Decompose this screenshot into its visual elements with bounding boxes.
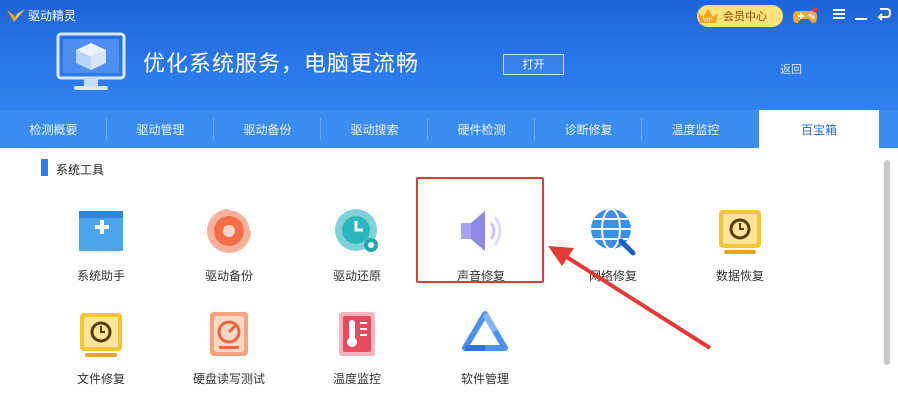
- vip-center-label: 会员中心: [723, 10, 767, 23]
- app-window: 驱动精灵 优化系统服务，电脑更流畅 打开 返回 VIP 会员中心 检测概要 驱动…: [0, 0, 898, 411]
- tab-detection-summary[interactable]: 检测概要: [0, 110, 107, 148]
- tool-label: 硬盘读写测试: [192, 372, 265, 386]
- tab-driver-search[interactable]: 驱动搜索: [321, 110, 428, 148]
- minimize-icon[interactable]: [853, 6, 869, 22]
- tab-label: 诊断修复: [564, 122, 613, 137]
- file-restore-icon: [80, 313, 122, 357]
- return-icon[interactable]: [876, 6, 892, 22]
- header-banner: 驱动精灵 优化系统服务，电脑更流畅 打开 返回 VIP 会员中心: [0, 0, 898, 110]
- tab-label: 驱动搜索: [350, 122, 399, 137]
- vip-center-button[interactable]: VIP 会员中心: [697, 5, 783, 27]
- gamepad-icon[interactable]: [792, 7, 818, 25]
- section-marker: [41, 159, 48, 176]
- app-title: 驱动精灵: [28, 9, 77, 23]
- tab-label: 硬件检测: [457, 122, 506, 137]
- tool-file-repair[interactable]: 文件修复: [49, 298, 153, 398]
- tool-label: 驱动备份: [204, 269, 253, 283]
- tool-label: 文件修复: [76, 372, 125, 386]
- tab-label: 温度监控: [671, 122, 720, 137]
- disk-gauge-icon: [210, 312, 248, 356]
- tab-label: 检测概要: [29, 122, 78, 137]
- tab-driver-backup[interactable]: 驱动备份: [214, 110, 321, 148]
- computer-box-icon: [56, 32, 126, 90]
- tool-label: 温度监控: [332, 372, 381, 386]
- red-arrow-annotation: [548, 246, 712, 350]
- data-restore-icon: [719, 210, 761, 254]
- thermometer-icon: [339, 312, 375, 356]
- back-link[interactable]: 返回: [780, 61, 802, 77]
- highlight-box: [416, 177, 544, 283]
- tool-software-management[interactable]: 软件管理: [433, 298, 537, 398]
- scrollbar[interactable]: [884, 160, 890, 365]
- banner-headline: 优化系统服务，电脑更流畅: [143, 52, 420, 77]
- windows-window-icon: [79, 211, 123, 251]
- tool-temperature-monitor[interactable]: 温度监控: [305, 298, 409, 398]
- tab-label: 驱动备份: [243, 122, 292, 137]
- vip-text: VIP: [703, 18, 713, 24]
- tab-toolbox[interactable]: 百宝箱: [759, 110, 879, 148]
- triangle-logo-icon: [462, 311, 508, 351]
- vip-crown-icon: VIP: [698, 9, 718, 24]
- tab-label: 百宝箱: [800, 122, 837, 137]
- menu-icon[interactable]: [831, 6, 847, 22]
- clock-restore-icon: [335, 209, 378, 252]
- tab-label: 驱动管理: [136, 122, 185, 137]
- gear-backup-icon: [207, 207, 253, 253]
- app-logo-icon: [7, 9, 25, 22]
- tool-label: 驱动还原: [332, 269, 381, 283]
- tab-temperature-monitor[interactable]: 温度监控: [642, 110, 749, 148]
- tool-driver-backup[interactable]: 驱动备份: [177, 195, 281, 295]
- tab-diagnosis-repair[interactable]: 诊断修复: [535, 110, 642, 148]
- tab-hardware-detection[interactable]: 硬件检测: [428, 110, 535, 148]
- section-title: 系统工具: [56, 163, 105, 177]
- open-button[interactable]: 打开: [503, 54, 564, 75]
- tool-driver-restore[interactable]: 驱动还原: [305, 195, 409, 295]
- main-tab-bar: 检测概要 驱动管理 驱动备份 驱动搜索 硬件检测 诊断修复 温度监控 百宝箱: [0, 110, 898, 148]
- tool-disk-rw-test[interactable]: 硬盘读写测试: [177, 298, 281, 398]
- tool-label: 软件管理: [460, 372, 509, 386]
- tool-system-assistant[interactable]: 系统助手: [49, 195, 153, 295]
- tab-driver-management[interactable]: 驱动管理: [107, 110, 214, 148]
- tool-label: 系统助手: [76, 269, 125, 283]
